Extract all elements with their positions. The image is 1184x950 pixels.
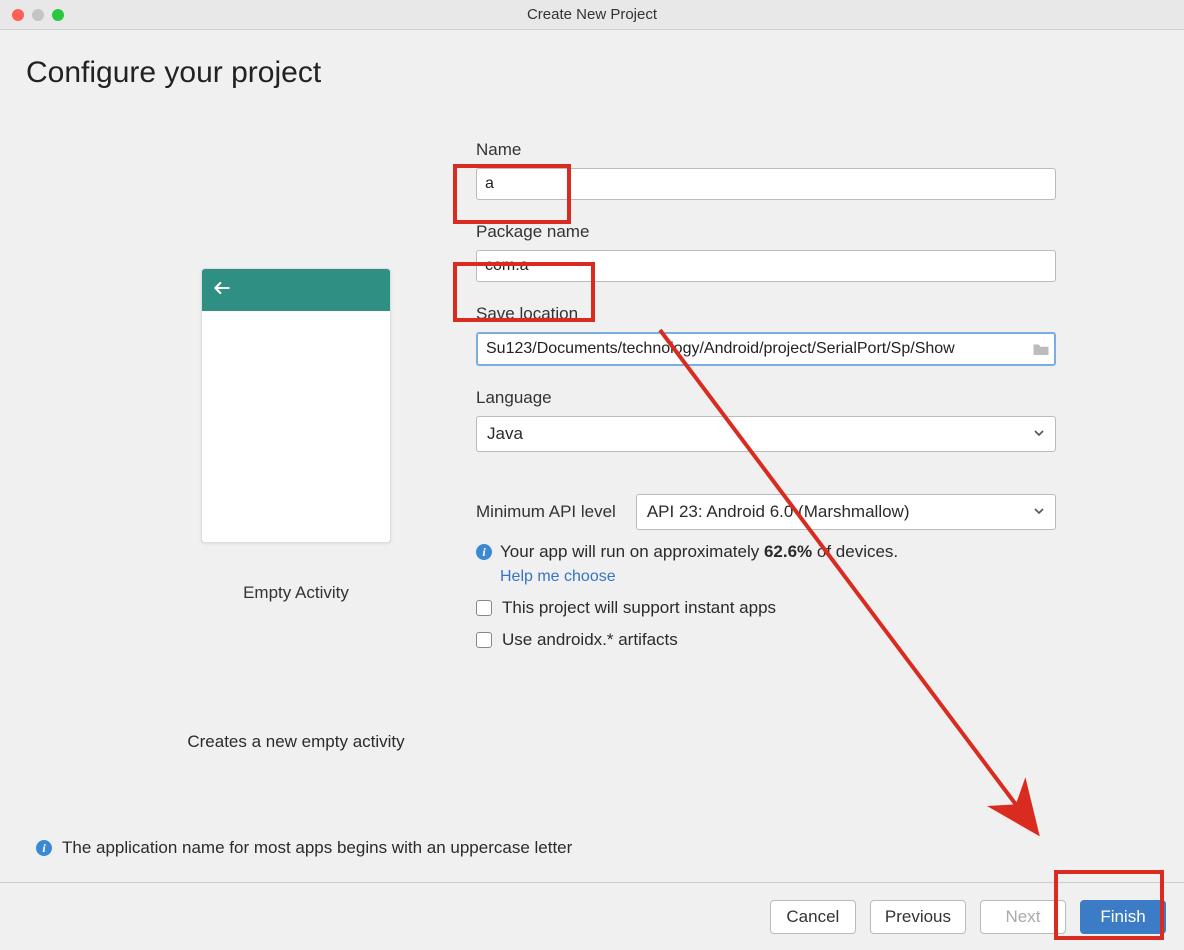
cancel-button[interactable]: Cancel — [770, 900, 856, 934]
window-title: Create New Project — [0, 6, 1184, 23]
window-close-button[interactable] — [12, 9, 24, 21]
instant-apps-checkbox[interactable] — [476, 600, 492, 616]
previous-button[interactable]: Previous — [870, 900, 966, 934]
template-preview-name: Empty Activity — [243, 583, 349, 603]
language-select-value: Java — [487, 424, 523, 444]
min-api-select[interactable]: API 23: Android 6.0 (Marshmallow) — [636, 494, 1056, 530]
finish-button[interactable]: Finish — [1080, 900, 1166, 934]
min-api-select-value: API 23: Android 6.0 (Marshmallow) — [647, 502, 910, 522]
compat-text: Your app will run on approximately 62.6%… — [500, 542, 898, 562]
chevron-down-icon — [1033, 424, 1045, 444]
package-name-label: Package name — [476, 222, 1056, 242]
androidx-checkbox[interactable] — [476, 632, 492, 648]
titlebar: Create New Project — [0, 0, 1184, 30]
form-column: Name Package name Save location Language — [476, 140, 1056, 650]
info-icon: i — [36, 840, 52, 856]
wizard-content: Configure your project Empty Activity Cr… — [0, 30, 1184, 882]
browse-folder-icon[interactable] — [1032, 341, 1050, 357]
min-api-label: Minimum API level — [476, 502, 616, 522]
footer-info-text: The application name for most apps begin… — [62, 838, 572, 858]
instant-apps-label: This project will support instant apps — [502, 598, 776, 618]
page-title: Configure your project — [26, 56, 1158, 90]
back-arrow-icon — [212, 278, 232, 303]
help-me-choose-link[interactable]: Help me choose — [500, 568, 616, 585]
save-location-input[interactable] — [476, 332, 1056, 366]
wizard-button-bar: Cancel Previous Next Finish — [0, 882, 1184, 950]
chevron-down-icon — [1033, 502, 1045, 522]
save-location-label: Save location — [476, 304, 1056, 324]
language-select[interactable]: Java — [476, 416, 1056, 452]
name-label: Name — [476, 140, 1056, 160]
template-preview — [201, 268, 391, 543]
androidx-label: Use androidx.* artifacts — [502, 630, 678, 650]
info-icon: i — [476, 544, 492, 560]
template-preview-column: Empty Activity Creates a new empty activ… — [196, 140, 396, 650]
language-label: Language — [476, 388, 1056, 408]
next-button[interactable]: Next — [980, 900, 1066, 934]
name-input[interactable] — [476, 168, 1056, 200]
window-minimize-button[interactable] — [32, 9, 44, 21]
template-preview-description: Creates a new empty activity — [166, 732, 426, 752]
window-zoom-button[interactable] — [52, 9, 64, 21]
package-name-input[interactable] — [476, 250, 1056, 282]
